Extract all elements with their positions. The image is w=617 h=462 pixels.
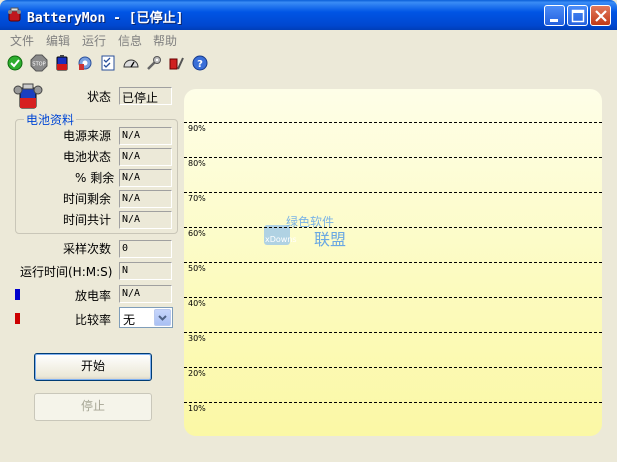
watermark-text-left: xDowns [265, 235, 297, 244]
power-source-value: N/A [119, 127, 172, 145]
chart-gridline [184, 227, 602, 228]
settings-icon[interactable] [168, 54, 186, 72]
chart-tick-label: 40% [188, 299, 206, 308]
minimize-icon [550, 19, 558, 22]
chart-gridline [184, 262, 602, 263]
help-icon[interactable]: ? [191, 54, 209, 72]
chart-tick-label: 20% [188, 369, 206, 378]
compare-rate-label: 比较率 [75, 313, 112, 327]
chart-tick-label: 10% [188, 404, 206, 413]
chart-tick-label: 30% [188, 334, 206, 343]
percent-remaining-value: N/A [119, 169, 172, 187]
watermark-logo: 绿色软件 xDowns 联盟 [264, 214, 346, 247]
menu-info[interactable]: 信息 [118, 32, 142, 49]
chart-gridline [184, 157, 602, 158]
menu-edit[interactable]: 编辑 [46, 32, 70, 49]
battery-icon[interactable] [53, 54, 71, 72]
chart-tick-label: 60% [188, 229, 206, 238]
menu-help[interactable]: 帮助 [153, 32, 177, 49]
battery-state-label: 电池状态 [63, 150, 112, 164]
checklist-icon[interactable] [99, 54, 117, 72]
status-value: 已停止 [119, 87, 172, 105]
minimize-button[interactable] [544, 5, 565, 26]
discharge-color-marker [15, 289, 20, 300]
time-total-label: 时间共计 [63, 213, 112, 227]
tools-icon[interactable] [145, 54, 163, 72]
battery-chart: 绿色软件 xDowns 联盟 90% 80% 70% 60% 50% 40% 30% 20% 1… [184, 89, 602, 436]
battery-state-value: N/A [119, 148, 172, 166]
window-title: BatteryMon - [已停止] [27, 11, 184, 26]
chart-gridline [184, 332, 602, 333]
maximize-button[interactable] [567, 5, 588, 26]
chart-gridline [184, 402, 602, 403]
stop-button[interactable]: 停止 [34, 393, 152, 421]
runtime-label: 运行时间(H:M:S) [20, 265, 113, 279]
svg-text:?: ? [197, 59, 203, 70]
app-icon [8, 7, 21, 22]
percent-remaining-label: % 剩余 [75, 171, 115, 185]
svg-text:STOP: STOP [32, 62, 45, 68]
start-icon[interactable] [6, 54, 24, 72]
runtime-value: N [119, 262, 172, 280]
time-remaining-label: 时间剩余 [63, 192, 112, 206]
maximize-icon [571, 9, 585, 23]
toolbar: STOP ? [0, 51, 617, 75]
samples-value: 0 [119, 240, 172, 258]
chart-gridline [184, 297, 602, 298]
chart-gridline [184, 192, 602, 193]
battery-info-title: 电池资料 [24, 111, 77, 128]
compare-rate-value: 无 [123, 313, 136, 327]
time-remaining-value: N/A [119, 190, 172, 208]
close-button[interactable] [590, 5, 611, 26]
watermark-text-right: 联盟 [314, 230, 346, 247]
chart-gridline [184, 122, 602, 123]
gauge-icon[interactable] [122, 54, 140, 72]
dropdown-button[interactable] [154, 309, 171, 326]
chevron-down-icon [158, 315, 167, 321]
chart-tick-label: 70% [188, 194, 206, 203]
title-bar: BatteryMon - [已停止] [0, 0, 617, 30]
chart-tick-label: 50% [188, 264, 206, 273]
discharge-rate-value: N/A [119, 285, 172, 303]
chart-tick-label: 80% [188, 159, 206, 168]
menu-run[interactable]: 运行 [82, 32, 106, 49]
menu-file[interactable]: 文件 [10, 32, 34, 49]
gear-icon[interactable] [76, 54, 94, 72]
chart-tick-label: 90% [188, 124, 206, 133]
chart-gridline [184, 367, 602, 368]
discharge-rate-label: 放电率 [75, 289, 112, 303]
stop-icon[interactable]: STOP [30, 54, 48, 72]
compare-rate-select[interactable]: 无 [119, 307, 173, 328]
battery-status-icon [13, 83, 43, 109]
samples-label: 采样次数 [63, 242, 112, 256]
start-button[interactable]: 开始 [34, 353, 152, 381]
compare-color-marker [15, 313, 20, 324]
close-icon [595, 10, 607, 22]
power-source-label: 电源来源 [63, 129, 112, 143]
status-label: 状态 [87, 90, 112, 104]
time-total-value: N/A [119, 211, 172, 229]
menu-bar: 文件 编辑 运行 信息 帮助 [0, 30, 617, 50]
